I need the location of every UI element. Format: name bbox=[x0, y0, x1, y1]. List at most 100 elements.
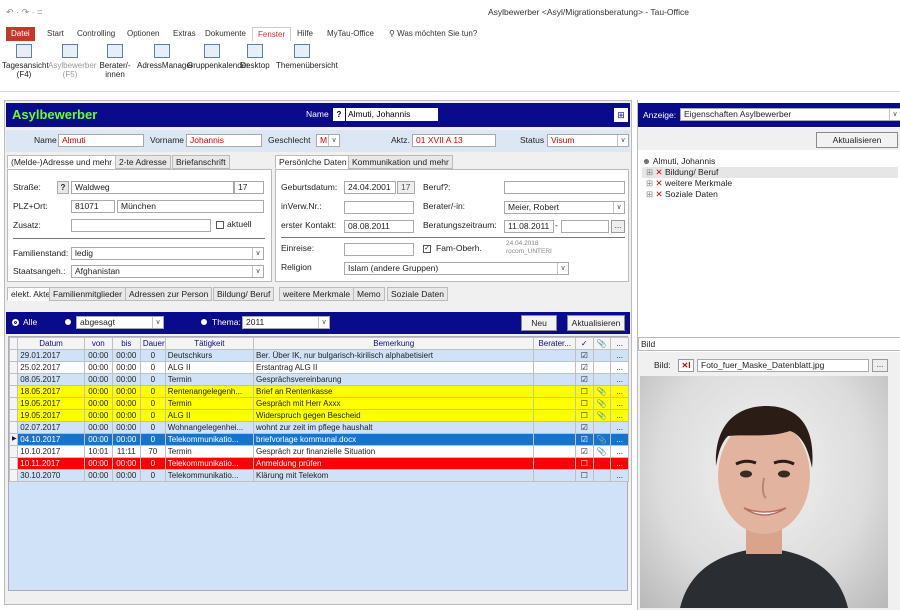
tree-node[interactable]: ⊞ ✕ Bildung/ Beruf bbox=[642, 167, 898, 178]
cell-more[interactable]: ... bbox=[610, 433, 629, 446]
row-selector[interactable] bbox=[8, 373, 19, 386]
fam-oberh-checkbox[interactable]: ✓ bbox=[423, 245, 431, 253]
inverw-input[interactable] bbox=[344, 201, 414, 214]
tree-node[interactable]: ⊞ ✕ Soziale Daten bbox=[642, 189, 898, 200]
bild-browse-button[interactable]: ... bbox=[872, 359, 888, 372]
name-input[interactable]: Almuti bbox=[58, 134, 144, 147]
tab-akte-elekt-akte[interactable]: elekt. Akte bbox=[7, 287, 55, 301]
name-field[interactable]: Almuti, Johannis bbox=[346, 108, 438, 121]
ribbon-tab-dokumente[interactable]: Dokumente bbox=[200, 27, 251, 41]
ribbon-tab-datei[interactable]: Datei bbox=[6, 27, 35, 41]
berater-select[interactable]: Meier, Robert ∨ bbox=[504, 201, 625, 214]
cell-more[interactable]: ... bbox=[610, 421, 629, 434]
cell-more[interactable]: ... bbox=[610, 445, 629, 458]
geburtsdatum-input[interactable]: 24.04.2001 bbox=[344, 181, 396, 194]
ribbon-button-gruppenkalender[interactable]: Gruppenkalender bbox=[187, 44, 249, 70]
quick-access-toolbar[interactable]: ↶ · ↷ · = bbox=[6, 7, 42, 18]
cell-chk[interactable]: ☑ bbox=[574, 349, 594, 362]
beruf-input[interactable] bbox=[504, 181, 625, 194]
row-selector[interactable] bbox=[8, 397, 19, 410]
ribbon-tab-optionen[interactable]: Optionen bbox=[122, 27, 164, 41]
ribbon-tab-extras[interactable]: Extras bbox=[168, 27, 201, 41]
tab-akte-familienmitglieder[interactable]: Familienmitglieder bbox=[49, 287, 126, 301]
plz-input[interactable]: 81071 bbox=[71, 200, 115, 213]
table-row[interactable]: 19.05.2017 00:00 00:00 0 ALG II Widerspruch g… bbox=[8, 409, 629, 422]
ribbon-tab-fenster[interactable]: Fenster bbox=[252, 27, 292, 41]
tab-akte-weitere-merkmale[interactable]: weitere Merkmale bbox=[279, 287, 355, 301]
row-selector[interactable] bbox=[8, 421, 19, 434]
cell-chk[interactable]: ☑ bbox=[574, 445, 594, 458]
layout-icon[interactable]: ⊞ bbox=[614, 108, 628, 122]
abgesagt-radio[interactable] bbox=[65, 319, 71, 325]
row-selector[interactable] bbox=[8, 361, 19, 374]
column-header[interactable]: von bbox=[83, 337, 113, 350]
row-selector[interactable]: ▶ bbox=[8, 433, 19, 446]
strasse-lookup-button[interactable]: ? bbox=[57, 181, 69, 194]
staat-select[interactable]: Afghanistan ∨ bbox=[71, 265, 264, 278]
column-header[interactable]: Tätigkeit bbox=[164, 337, 255, 350]
column-header[interactable]: bis bbox=[111, 337, 141, 350]
aktuell-checkbox[interactable] bbox=[216, 221, 224, 229]
tab-2te-adresse[interactable]: 2-te Adresse bbox=[115, 155, 171, 169]
cell-chk[interactable]: ☐ bbox=[574, 469, 594, 482]
right-aktualisieren-button[interactable]: Aktualisieren bbox=[816, 132, 898, 148]
hausnr-input[interactable]: 17 bbox=[234, 181, 264, 194]
table-row[interactable]: 10.10.2017 10:01 11:11 70 Termin Gespräch zur… bbox=[8, 445, 629, 458]
abgesagt-select[interactable]: abgesagt ∨ bbox=[76, 316, 164, 329]
thema-select[interactable]: 2011 ∨ bbox=[242, 316, 330, 329]
column-header[interactable]: Berater... bbox=[533, 337, 576, 350]
cell-chk[interactable]: ☑ bbox=[574, 361, 594, 374]
cell-chk[interactable]: ☐ bbox=[574, 397, 594, 410]
name-lookup-button[interactable]: ? bbox=[333, 108, 345, 121]
table-row[interactable]: 29.01.2017 00:00 00:00 0 Deutschkurs Ber. Übe… bbox=[8, 349, 629, 362]
column-header[interactable]: 📎 bbox=[592, 337, 612, 350]
column-header[interactable]: ✓ bbox=[574, 337, 594, 350]
bild-combo[interactable]: Bild bbox=[638, 337, 900, 351]
table-row[interactable]: 18.05.2017 00:00 00:00 0 Rentenangelegenh...… bbox=[8, 385, 629, 398]
tree-root[interactable]: ☻ Almuti, Johannis bbox=[642, 156, 898, 167]
tab-akte-bildung-beruf[interactable]: Bildung/ Beruf bbox=[213, 287, 275, 301]
cell-more[interactable]: ... bbox=[610, 397, 629, 410]
thema-radio[interactable] bbox=[201, 319, 207, 325]
cell-more[interactable]: ... bbox=[610, 385, 629, 398]
status-select[interactable]: Visum ∨ bbox=[547, 134, 629, 147]
cell-more[interactable]: ... bbox=[610, 373, 629, 386]
cell-more[interactable]: ... bbox=[610, 349, 629, 362]
ribbon-button-desktop[interactable]: Desktop bbox=[235, 44, 275, 70]
tab-akte-soziale-daten[interactable]: Soziale Daten bbox=[387, 287, 448, 301]
ribbon-button-adressmanager[interactable]: AdressManager bbox=[137, 44, 193, 70]
vorname-input[interactable]: Johannis bbox=[186, 134, 262, 147]
cell-chk[interactable]: ☑ bbox=[574, 373, 594, 386]
tab-akte-memo[interactable]: Memo bbox=[353, 287, 385, 301]
ribbon-tab-start[interactable]: Start bbox=[42, 27, 69, 41]
religion-select[interactable]: Islam (andere Gruppen) ∨ bbox=[344, 262, 569, 275]
ribbon-tab-hilfe[interactable]: Hilfe bbox=[292, 27, 318, 41]
column-header[interactable]: Dauer bbox=[139, 337, 166, 350]
zusatz-input[interactable] bbox=[71, 219, 211, 232]
kontakt-input[interactable]: 08.08.2011 bbox=[344, 220, 414, 233]
table-row[interactable]: ▶ 04.10.2017 00:00 00:00 0 Telekommunikatio..… bbox=[8, 433, 629, 446]
cell-more[interactable]: ... bbox=[610, 361, 629, 374]
table-row[interactable]: 10.11.2017 00:00 00:00 0 Telekommunikatio...… bbox=[8, 457, 629, 470]
row-selector[interactable] bbox=[8, 457, 19, 470]
table-row[interactable]: 30.10.2070 00:00 00:00 0 Telekommunikatio...… bbox=[8, 469, 629, 482]
ort-input[interactable]: München bbox=[117, 200, 264, 213]
row-selector[interactable] bbox=[8, 469, 19, 482]
row-selector[interactable] bbox=[8, 409, 19, 422]
table-row[interactable]: 19.05.2017 00:00 00:00 0 Termin Gespräch mit … bbox=[8, 397, 629, 410]
ribbon-button-themen-bersicht[interactable]: Themenübersicht bbox=[276, 44, 338, 70]
column-header[interactable]: ... bbox=[610, 337, 629, 350]
cell-chk[interactable]: ☑ bbox=[574, 433, 594, 446]
ribbon-button-berater-[interactable]: Berater/- innen bbox=[94, 44, 136, 79]
bild-file-input[interactable]: Foto_fuer_Maske_Datenblatt.jpg bbox=[697, 359, 869, 372]
ribbon-button-tagesansicht[interactable]: Tagesansicht (F4) bbox=[2, 44, 49, 79]
ribbon-tab-controlling[interactable]: Controlling bbox=[72, 27, 120, 41]
row-selector[interactable] bbox=[8, 385, 19, 398]
cell-more[interactable]: ... bbox=[610, 457, 629, 470]
cell-chk[interactable]: ☑ bbox=[574, 421, 594, 434]
row-selector[interactable] bbox=[8, 445, 19, 458]
table-row[interactable]: 02.07.2017 00:00 00:00 0 Wohnangelegenhei...… bbox=[8, 421, 629, 434]
tab-persoenliche-daten[interactable]: Persönlche Daten bbox=[275, 155, 351, 169]
table-row[interactable]: 25.02.2017 00:00 00:00 0 ALG II Erstantrag AL… bbox=[8, 361, 629, 374]
alle-radio[interactable] bbox=[12, 319, 19, 326]
